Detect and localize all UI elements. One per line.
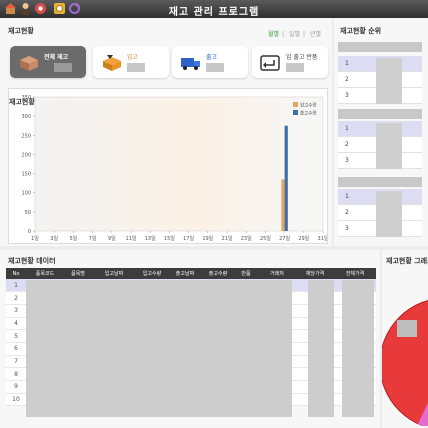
ranking-header bbox=[338, 109, 422, 119]
card-total-stock[interactable]: 전체 재고 bbox=[10, 46, 86, 78]
col-item-name[interactable]: 품목명 bbox=[64, 268, 92, 279]
col-total-price[interactable]: 전체가격 bbox=[334, 268, 376, 279]
col-no[interactable]: No bbox=[6, 268, 26, 279]
x-tick-label: 11일 bbox=[126, 235, 137, 242]
card-return[interactable]: 입 출고 반품 bbox=[252, 46, 328, 78]
col-item-code[interactable]: 품목코드 bbox=[26, 268, 64, 279]
col-in-date[interactable]: 입고날짜 bbox=[92, 268, 136, 279]
row-number: 10 bbox=[6, 393, 26, 407]
stock-pie-chart bbox=[382, 299, 428, 426]
ranking-header bbox=[338, 42, 422, 52]
card-incoming-label: 입고 bbox=[127, 54, 139, 61]
col-in-qty[interactable]: 입고수량 bbox=[136, 268, 168, 279]
tab-yearly[interactable]: 년별 bbox=[310, 31, 321, 38]
table-item-mask bbox=[26, 280, 292, 417]
title-bar: 재고 관리 프로그램 bbox=[0, 0, 428, 18]
x-tick-label: 15일 bbox=[164, 235, 175, 242]
ranking-value-bar bbox=[376, 123, 402, 169]
y-tick-label: 100 bbox=[21, 191, 31, 197]
x-tick-label: 5일 bbox=[70, 235, 78, 242]
card-outgoing-value bbox=[206, 63, 224, 72]
table-price-mask bbox=[308, 280, 334, 417]
truck-icon bbox=[180, 54, 200, 70]
card-total-label: 전체 재고 bbox=[44, 54, 69, 61]
tab-daily[interactable]: 일별 bbox=[289, 31, 300, 38]
ranking-value-bar bbox=[376, 191, 402, 237]
summary-title: 재고현황 bbox=[8, 27, 34, 35]
x-tick-label: 7일 bbox=[89, 235, 97, 242]
y-tick-label: 300 bbox=[21, 114, 31, 120]
ranking-group-1: 1 2 3 bbox=[338, 42, 422, 105]
pie-slice-main bbox=[382, 299, 428, 426]
stock-bar-chart: 0 50 100 150 200 250 300 350 1일 3일 5일 7일 9일 11일 13일 15일… bbox=[21, 95, 327, 242]
tab-monthly[interactable]: 월별 bbox=[268, 31, 279, 38]
incoming-box-icon bbox=[101, 54, 121, 71]
pie-label bbox=[397, 320, 417, 337]
x-tick-label: 25일 bbox=[260, 235, 271, 242]
table-header-row: No 품목코드 품목명 입고날짜 입고수량 출고날짜 출고수량 반품 거래처 재… bbox=[6, 268, 376, 279]
y-tick-label: 350 bbox=[21, 95, 31, 101]
row-number: 5 bbox=[6, 329, 26, 343]
card-return-label: 입 출고 반품 bbox=[286, 54, 318, 61]
card-total-value bbox=[54, 63, 72, 72]
row-number: 7 bbox=[6, 355, 26, 369]
col-unit-price[interactable]: 재당가격 bbox=[296, 268, 334, 279]
app-title: 재고 관리 프로그램 bbox=[168, 7, 260, 18]
x-tick-label: 17일 bbox=[183, 235, 194, 242]
card-return-value bbox=[286, 63, 304, 72]
y-tick-label: 200 bbox=[21, 152, 31, 158]
x-tick-label: 3일 bbox=[50, 235, 58, 242]
card-incoming[interactable]: 입고 bbox=[93, 46, 169, 78]
ranking-header bbox=[338, 177, 422, 187]
bar-outgoing bbox=[284, 125, 288, 231]
table-title: 재고현황 데이터 bbox=[8, 257, 56, 265]
x-tick-label: 9일 bbox=[108, 235, 116, 242]
legend-swatch bbox=[293, 102, 298, 107]
card-incoming-value bbox=[127, 63, 145, 72]
x-tick-label: 21일 bbox=[222, 235, 233, 242]
row-number: 1 bbox=[6, 279, 26, 293]
row-number: 8 bbox=[6, 367, 26, 381]
y-tick-label: 250 bbox=[21, 133, 31, 139]
y-tick-label: 150 bbox=[21, 172, 31, 178]
card-outgoing-label: 출고 bbox=[206, 54, 218, 61]
ranking-group-3: 1 2 3 bbox=[338, 177, 422, 240]
pie-title: 재고현황 그래프 bbox=[386, 257, 428, 265]
col-return[interactable]: 반품 bbox=[234, 268, 258, 279]
x-tick-label: 27일 bbox=[279, 235, 290, 242]
x-tick-label: 1일 bbox=[31, 235, 39, 242]
x-tick-label: 31일 bbox=[318, 235, 327, 242]
x-tick-label: 19일 bbox=[202, 235, 213, 242]
legend-label: 출고수량 bbox=[300, 110, 317, 117]
row-number: 4 bbox=[6, 317, 26, 331]
row-number: 2 bbox=[6, 291, 26, 305]
legend-label: 입고수량 bbox=[300, 102, 317, 109]
x-tick-label: 29일 bbox=[298, 235, 309, 242]
row-number: 3 bbox=[6, 304, 26, 318]
bar-incoming bbox=[281, 179, 285, 231]
y-tick-label: 0 bbox=[28, 229, 31, 235]
col-out-date[interactable]: 출고날짜 bbox=[168, 268, 202, 279]
ranking-title: 재고현황 순위 bbox=[340, 27, 382, 35]
box-icon bbox=[18, 54, 38, 71]
y-tick-label: 50 bbox=[25, 210, 31, 216]
x-tick-label: 13일 bbox=[145, 235, 156, 242]
summary-tabs: 월별 | 일별 | 년별 bbox=[268, 31, 322, 38]
ranking-group-2: 1 2 3 bbox=[338, 109, 422, 172]
row-number: 9 bbox=[6, 380, 26, 394]
col-client[interactable]: 거래처 bbox=[258, 268, 296, 279]
x-tick-label: 23일 bbox=[241, 235, 252, 242]
col-out-qty[interactable]: 출고수량 bbox=[202, 268, 234, 279]
plot-area bbox=[34, 96, 324, 232]
table-total-mask bbox=[342, 280, 374, 417]
ranking-value-bar bbox=[376, 58, 402, 104]
row-number: 6 bbox=[6, 342, 26, 356]
legend-swatch bbox=[293, 110, 298, 115]
chart-panel: 재고현황 0 50 100 150 200 250 300 350 1일 3일 5일 7일 9일 11일 1… bbox=[8, 88, 328, 244]
card-outgoing[interactable]: 출고 bbox=[172, 46, 248, 78]
return-icon bbox=[260, 54, 280, 71]
